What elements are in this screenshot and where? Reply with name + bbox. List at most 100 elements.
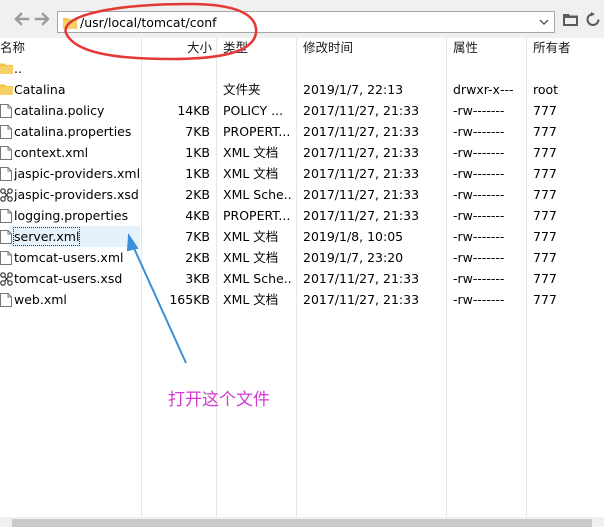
file-size: 2KB <box>185 250 210 265</box>
file-row[interactable]: catalina.properties 7KB PROPERT... 2017/11/… <box>0 121 604 142</box>
file-attributes: drwxr-x--- <box>453 82 514 97</box>
file-size: 1KB <box>185 166 210 181</box>
arrow-right-icon <box>34 12 50 26</box>
open-folder-icon[interactable] <box>563 12 579 30</box>
file-modified: 2017/11/27, 21:33 <box>303 103 420 118</box>
column-attributes[interactable]: 属性 <box>453 39 478 57</box>
back-button[interactable] <box>12 10 30 28</box>
chevron-down-icon[interactable] <box>538 16 550 31</box>
file-owner: 777 <box>533 103 557 118</box>
file-owner: 777 <box>533 292 557 307</box>
file-size: 7KB <box>185 229 210 244</box>
forward-button[interactable] <box>34 10 52 28</box>
file-type: XML Sche... <box>223 187 293 202</box>
refresh-icon[interactable] <box>585 12 601 30</box>
file-name: tomcat-users.xsd <box>14 271 123 286</box>
path-input[interactable] <box>80 13 520 31</box>
file-row[interactable]: logging.properties 4KB PROPERT... 2017/11/2… <box>0 205 604 226</box>
file-type: PROPERT... <box>223 208 291 223</box>
file-modified: 2019/1/8, 10:05 <box>303 229 404 244</box>
file-row[interactable]: tomcat-users.xsd 3KB XML Sche... 2017/11/27… <box>0 268 604 289</box>
scrollbar-thumb[interactable] <box>12 519 592 527</box>
file-name: .. <box>14 61 22 76</box>
file-name: jaspic-providers.xsd <box>14 187 139 202</box>
file-row[interactable]: catalina.policy 14KB POLICY ... 2017/11/27,… <box>0 100 604 121</box>
file-owner: 777 <box>533 229 557 244</box>
file-owner: 777 <box>533 208 557 223</box>
column-size[interactable]: 大小 <box>187 39 212 57</box>
file-owner: 777 <box>533 124 557 139</box>
column-modified[interactable]: 修改时间 <box>303 39 353 57</box>
file-attributes: -rw------- <box>453 250 505 265</box>
file-row[interactable]: jaspic-providers.xsd 2KB XML Sche... 2017/1… <box>0 184 604 205</box>
file-type: XML 文档 <box>223 229 279 244</box>
file-row[interactable]: tomcat-users.xml 2KB XML 文档 2019/1/7, 23:20… <box>0 247 604 268</box>
file-row[interactable]: .. <box>0 58 604 79</box>
file-name: jaspic-providers.xml <box>14 166 141 181</box>
file-modified: 2017/11/27, 21:33 <box>303 145 420 160</box>
file-modified: 2017/11/27, 21:33 <box>303 166 420 181</box>
file-attributes <box>453 58 523 79</box>
column-type[interactable]: 类型 <box>223 39 248 57</box>
file-type <box>223 58 293 79</box>
path-bar[interactable] <box>57 11 555 33</box>
file-name: catalina.properties <box>14 124 132 139</box>
file-row[interactable]: Catalina 文件夹 2019/1/7, 22:13 drwxr-x--- root <box>0 79 604 100</box>
file-size: 1KB <box>185 145 210 160</box>
file-name: logging.properties <box>14 208 129 223</box>
file-icon <box>0 167 13 181</box>
file-modified: 2017/11/27, 21:33 <box>303 271 420 286</box>
file-modified: 2017/11/27, 21:33 <box>303 292 420 307</box>
file-icon <box>0 209 13 223</box>
file-type: XML 文档 <box>223 166 279 181</box>
file-size: 4KB <box>185 208 210 223</box>
file-name: tomcat-users.xml <box>14 250 124 265</box>
file-owner: 777 <box>533 145 557 160</box>
file-owner: 777 <box>533 271 557 286</box>
file-modified: 2017/11/27, 21:33 <box>303 208 420 223</box>
file-type: XML Sche... <box>223 271 293 286</box>
file-modified: 2017/11/27, 21:33 <box>303 124 420 139</box>
file-attributes: -rw------- <box>453 208 505 223</box>
file-type: XML 文档 <box>223 250 279 265</box>
toolbar <box>0 0 604 38</box>
file-attributes: -rw------- <box>453 271 505 286</box>
column-owner[interactable]: 所有者 <box>533 39 571 57</box>
file-name: catalina.policy <box>14 103 105 118</box>
column-header: 名称 大小 类型 修改时间 属性 所有者 <box>0 38 604 58</box>
file-type: XML 文档 <box>223 292 279 307</box>
file-size: 7KB <box>185 124 210 139</box>
arrow-left-icon <box>14 12 30 26</box>
file-type: 文件夹 <box>223 82 261 97</box>
file-owner: 777 <box>533 166 557 181</box>
file-size <box>148 58 210 79</box>
file-type: POLICY ... <box>223 103 284 118</box>
file-modified <box>303 58 443 79</box>
column-name[interactable]: 名称 <box>0 39 25 57</box>
file-owner <box>533 58 593 79</box>
file-modified: 2019/1/7, 23:20 <box>303 250 404 265</box>
file-icon <box>0 230 13 244</box>
file-owner: 777 <box>533 250 557 265</box>
file-name: server.xml <box>12 227 81 246</box>
file-size: 2KB <box>185 187 210 202</box>
file-size: 165KB <box>169 292 210 307</box>
file-attributes: -rw------- <box>453 229 505 244</box>
file-modified: 2017/11/27, 21:33 <box>303 187 420 202</box>
file-row[interactable]: jaspic-providers.xml 1KB XML 文档 2017/11/27,… <box>0 163 604 184</box>
file-modified: 2019/1/7, 22:13 <box>303 82 404 97</box>
xsd-file-icon <box>0 188 13 202</box>
file-attributes: -rw------- <box>453 103 505 118</box>
file-row[interactable]: web.xml 165KB XML 文档 2017/11/27, 21:33 -rw--… <box>0 289 604 310</box>
file-size: 14KB <box>177 103 210 118</box>
file-attributes: -rw------- <box>453 292 505 307</box>
file-attributes: -rw------- <box>453 124 505 139</box>
file-size: 3KB <box>185 271 210 286</box>
file-icon <box>0 125 13 139</box>
file-name: context.xml <box>14 145 89 160</box>
file-type: XML 文档 <box>223 145 279 160</box>
folder-icon <box>63 16 77 32</box>
file-row[interactable]: server.xml 7KB XML 文档 2019/1/8, 10:05 -rw---… <box>0 226 604 247</box>
file-name: web.xml <box>14 292 67 307</box>
file-row[interactable]: context.xml 1KB XML 文档 2017/11/27, 21:33 -rw… <box>0 142 604 163</box>
